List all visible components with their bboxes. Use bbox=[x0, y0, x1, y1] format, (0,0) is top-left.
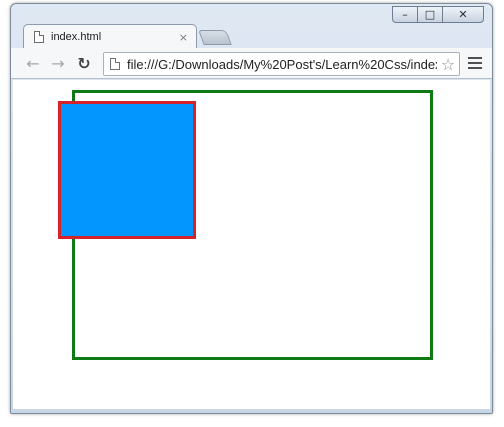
close-window-button[interactable]: ✕ bbox=[442, 6, 484, 23]
blue-square bbox=[58, 101, 196, 239]
document-icon bbox=[34, 31, 44, 43]
window-controls: – □ ✕ bbox=[392, 6, 484, 23]
minimize-button[interactable]: – bbox=[392, 6, 418, 23]
forward-arrow-icon[interactable]: → bbox=[49, 53, 67, 73]
browser-toolbar: ← → ↻ file:///G:/Downloads/My%20Post's/L… bbox=[11, 48, 492, 79]
reload-icon[interactable]: ↻ bbox=[75, 53, 93, 73]
maximize-icon: □ bbox=[424, 8, 436, 21]
tab-close-icon[interactable]: × bbox=[179, 31, 188, 44]
url-text[interactable]: file:///G:/Downloads/My%20Post's/Learn%2… bbox=[127, 57, 437, 72]
browser-window: – □ ✕ index.html × ← → ↻ file:///G:/Down… bbox=[10, 3, 493, 414]
page-viewport bbox=[13, 80, 490, 409]
tab-title: index.html bbox=[51, 31, 102, 43]
address-bar[interactable]: file:///G:/Downloads/My%20Post's/Learn%2… bbox=[103, 52, 460, 76]
maximize-button[interactable]: □ bbox=[417, 6, 443, 23]
new-tab-button[interactable] bbox=[198, 30, 232, 45]
close-icon: ✕ bbox=[458, 8, 468, 21]
menu-icon[interactable] bbox=[468, 55, 482, 71]
bookmark-star-icon[interactable]: ☆ bbox=[437, 55, 459, 74]
tab-index-html[interactable]: index.html × bbox=[23, 24, 197, 49]
back-arrow-icon[interactable]: ← bbox=[24, 53, 42, 73]
minimize-icon: – bbox=[402, 8, 408, 21]
page-icon bbox=[110, 58, 120, 70]
